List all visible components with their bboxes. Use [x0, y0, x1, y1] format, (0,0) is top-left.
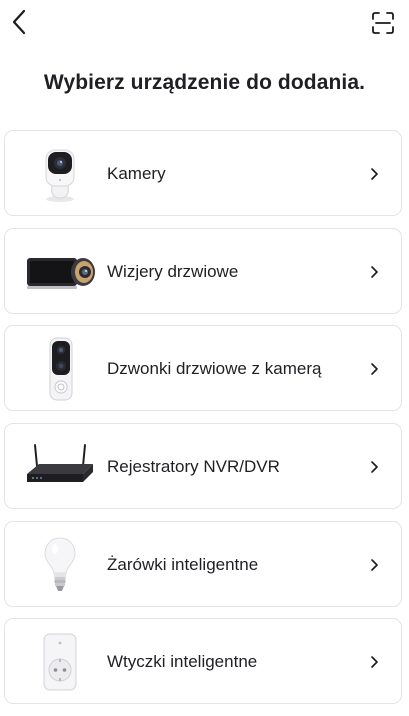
chevron-right-icon — [371, 168, 378, 180]
device-label: Żarówki inteligentne — [107, 554, 259, 574]
device-item-smart-bulbs[interactable]: Żarówki inteligentne — [4, 520, 402, 607]
chevron-right-icon — [371, 461, 378, 473]
smart-plug-icon — [43, 633, 77, 691]
device-thumbnail — [23, 625, 97, 699]
device-thumbnail — [23, 528, 97, 602]
device-item-door-viewers[interactable]: Wizjery drzwiowe — [4, 227, 402, 314]
chevron-right-icon — [371, 558, 378, 571]
chevron-left-icon — [12, 9, 26, 35]
device-label: Rejestratory NVR/DVR — [107, 457, 280, 477]
chevron-right-icon — [371, 265, 378, 278]
device-item-smart-plugs[interactable]: Wtyczki inteligentne — [4, 618, 402, 705]
nvr-recorder-icon — [27, 444, 93, 483]
door-viewer-icon — [27, 257, 95, 289]
device-thumbnail — [23, 137, 97, 211]
device-item-video-doorbells[interactable]: Dzwonki drzwiowe z kamerą — [4, 325, 402, 412]
chevron-right-icon — [371, 363, 378, 376]
page-title: Wybierz urządzenie do dodania. — [43, 71, 366, 94]
scan-frame-icon — [372, 12, 394, 34]
device-label: Kamery — [107, 164, 166, 183]
video-doorbell-icon — [49, 337, 73, 401]
device-item-nvr-dvr[interactable]: Rejestratory NVR/DVR — [4, 423, 402, 510]
smart-bulb-icon — [44, 537, 76, 591]
back-button[interactable] — [4, 6, 34, 38]
device-thumbnail — [23, 430, 97, 504]
chevron-right-icon — [371, 656, 378, 669]
indoor-camera-icon — [45, 149, 75, 202]
device-label: Dzwonki drzwiowe z kamerą — [107, 359, 322, 379]
device-label: Wtyczki inteligentne — [107, 652, 258, 672]
device-list: Kamery Wizjery drzwiowe Dzwonki drzwiowe… — [4, 130, 402, 716]
device-thumbnail — [23, 235, 97, 309]
top-bar — [0, 0, 409, 50]
device-thumbnail — [23, 332, 97, 406]
scan-button[interactable] — [369, 9, 397, 37]
device-label: Wizjery drzwiowe — [107, 261, 239, 281]
device-item-cameras[interactable]: Kamery — [4, 130, 402, 216]
